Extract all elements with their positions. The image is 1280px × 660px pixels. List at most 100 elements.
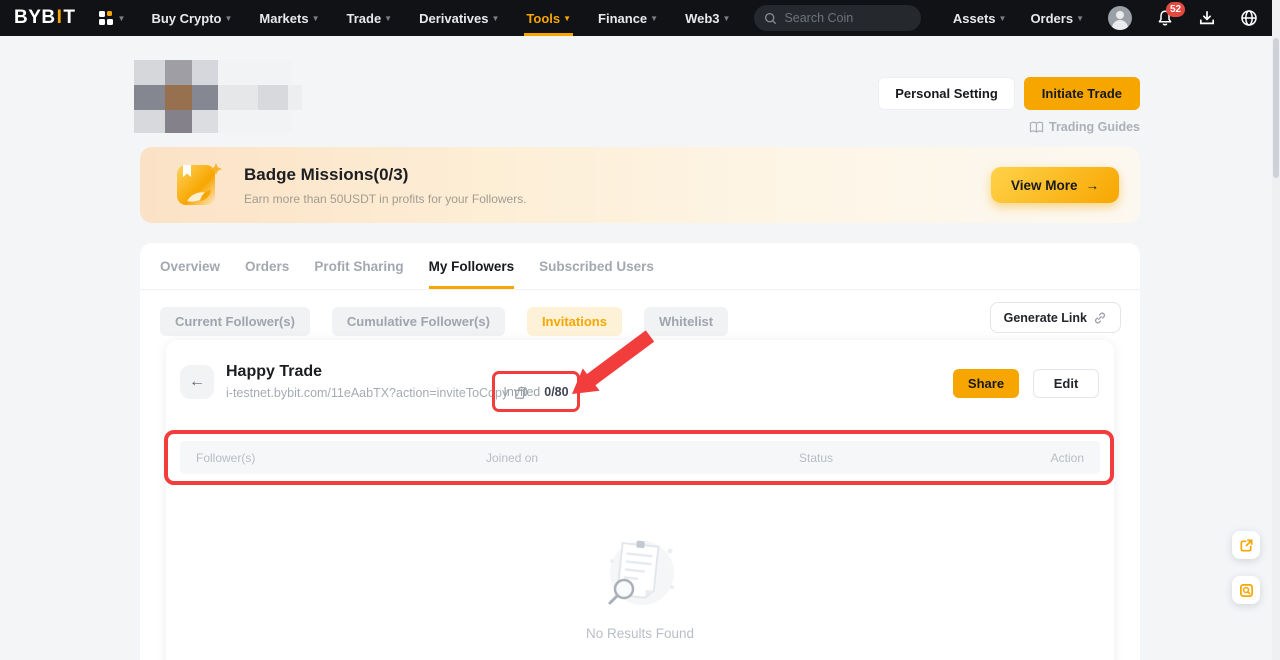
menu-label: Finance — [598, 11, 647, 26]
preview-float-button[interactable] — [1232, 576, 1260, 604]
subtab-invitations[interactable]: Invitations — [527, 307, 622, 336]
mosaic-cell — [258, 85, 288, 110]
menu-web3[interactable]: Web3 ▼ — [685, 0, 730, 36]
chevron-down-icon: ▼ — [225, 14, 233, 23]
view-more-label: View More — [1011, 178, 1078, 193]
menu-label: Trade — [346, 11, 381, 26]
section-tabs: Overview Orders Profit Sharing My Follow… — [140, 243, 1140, 290]
trader-name: Happy Trade — [226, 363, 322, 381]
trading-guides-label: Trading Guides — [1049, 120, 1140, 134]
menu-label: Assets — [953, 11, 996, 26]
invited-label: Invited — [503, 385, 540, 399]
share-page-float-button[interactable] — [1232, 531, 1260, 559]
chevron-down-icon: ▼ — [999, 14, 1007, 23]
chevron-down-icon: ▼ — [723, 14, 731, 23]
chevron-down-icon: ▼ — [312, 14, 320, 23]
user-avatar[interactable] — [1108, 6, 1132, 30]
subtab-cumulative-followers[interactable]: Cumulative Follower(s) — [332, 307, 505, 336]
logo-text-2: T — [63, 7, 75, 29]
chevron-down-icon: ▼ — [118, 14, 126, 23]
tab-profit-sharing[interactable]: Profit Sharing — [314, 259, 403, 289]
trading-guides-link[interactable]: Trading Guides — [1029, 120, 1140, 134]
mosaic-cell — [192, 110, 218, 133]
external-link-icon — [1239, 538, 1254, 553]
download-app-icon[interactable] — [1198, 9, 1216, 27]
grid-square — [107, 19, 113, 25]
generate-link-button[interactable]: Generate Link — [990, 302, 1121, 333]
search-icon — [764, 12, 777, 25]
language-globe-icon[interactable] — [1240, 9, 1258, 27]
subtab-whitelist[interactable]: Whitelist — [644, 307, 728, 336]
mosaic-cell — [192, 85, 218, 110]
view-more-button[interactable]: View More → — [991, 167, 1119, 203]
logo-accent: I — [57, 7, 63, 29]
edit-button[interactable]: Edit — [1033, 369, 1099, 398]
invite-link-row: i-testnet.bybit.com/11eAabTX?action=invi… — [226, 386, 528, 400]
tab-orders[interactable]: Orders — [245, 259, 289, 289]
grid-square-orange — [107, 11, 112, 16]
book-icon — [1029, 121, 1044, 134]
search-input[interactable] — [784, 11, 904, 25]
link-icon — [1093, 311, 1107, 325]
grid-square — [99, 19, 105, 25]
tab-subscribed-users[interactable]: Subscribed Users — [539, 259, 654, 289]
bybit-logo[interactable]: BYBIT — [14, 7, 76, 29]
menu-label: Markets — [259, 11, 308, 26]
products-grid-icon[interactable]: ▼ — [98, 10, 126, 26]
column-action: Action — [1014, 451, 1084, 465]
chevron-down-icon: ▼ — [1076, 14, 1084, 23]
badge-icon — [170, 157, 226, 213]
subtab-current-followers[interactable]: Current Follower(s) — [160, 307, 310, 336]
mosaic-cell — [165, 85, 192, 110]
grid-square — [99, 11, 105, 17]
generate-link-label: Generate Link — [1004, 311, 1087, 325]
column-joined-on: Joined on — [486, 451, 799, 465]
tab-overview[interactable]: Overview — [160, 259, 220, 289]
menu-buy-crypto[interactable]: Buy Crypto ▼ — [151, 0, 232, 36]
scrollbar-track[interactable] — [1272, 0, 1280, 660]
globe-icon — [1240, 9, 1258, 27]
menu-label: Orders — [1030, 11, 1073, 26]
mosaic-cell — [134, 85, 165, 110]
mosaic-cell — [218, 110, 292, 133]
menu-trade[interactable]: Trade▼ — [346, 0, 392, 36]
mosaic-cell — [192, 60, 218, 85]
banner-title: Badge Missions(0/3) — [244, 165, 527, 185]
download-icon — [1198, 9, 1216, 27]
badge-missions-banner: Badge Missions(0/3) Earn more than 50USD… — [140, 147, 1140, 223]
mosaic-cell — [288, 85, 302, 110]
menu-markets[interactable]: Markets ▼ — [259, 0, 319, 36]
banner-text: Badge Missions(0/3) Earn more than 50USD… — [244, 165, 527, 206]
coin-search-box[interactable] — [754, 5, 921, 31]
back-button[interactable]: ← — [180, 365, 214, 399]
mosaic-cell — [218, 60, 292, 85]
empty-state: No Results Found — [166, 535, 1114, 641]
menu-tools[interactable]: Tools▼ — [526, 0, 571, 36]
menu-label: Web3 — [685, 11, 719, 26]
share-button[interactable]: Share — [953, 369, 1019, 398]
initiate-trade-button[interactable]: Initiate Trade — [1024, 77, 1140, 110]
menu-label: Buy Crypto — [151, 11, 221, 26]
chevron-down-icon: ▼ — [491, 14, 499, 23]
scrollbar-thumb[interactable] — [1273, 38, 1279, 178]
invitation-link-card: ← Happy Trade i-testnet.bybit.com/11eAab… — [166, 340, 1114, 660]
invited-counter: Invited 0/80 — [492, 371, 580, 412]
top-navbar: BYBIT ▼ Buy Crypto▼ Markets▼ Trade▼ Deri… — [0, 0, 1272, 36]
menu-assets[interactable]: Assets▼ — [953, 11, 1007, 26]
followers-table-header: Follower(s) Joined on Status Action — [180, 441, 1100, 474]
menu-orders[interactable]: Orders▼ — [1030, 11, 1084, 26]
no-results-icon — [604, 535, 676, 613]
personal-setting-button[interactable]: Personal Setting — [878, 77, 1015, 110]
mosaic-cell — [165, 110, 192, 133]
arrow-right-icon: → — [1086, 178, 1100, 193]
logo-text: BYB — [14, 7, 56, 29]
column-followers: Follower(s) — [196, 451, 486, 465]
mosaic-cell — [218, 85, 258, 110]
notifications-bell-icon[interactable]: 52 — [1156, 9, 1174, 27]
menu-derivatives[interactable]: Derivatives▼ — [419, 0, 499, 36]
menu-finance[interactable]: Finance▼ — [598, 0, 658, 36]
banner-subtitle: Earn more than 50USDT in profits for you… — [244, 192, 527, 206]
tab-my-followers[interactable]: My Followers — [429, 259, 515, 289]
chevron-down-icon: ▼ — [650, 14, 658, 23]
menu-label: Derivatives — [419, 11, 488, 26]
